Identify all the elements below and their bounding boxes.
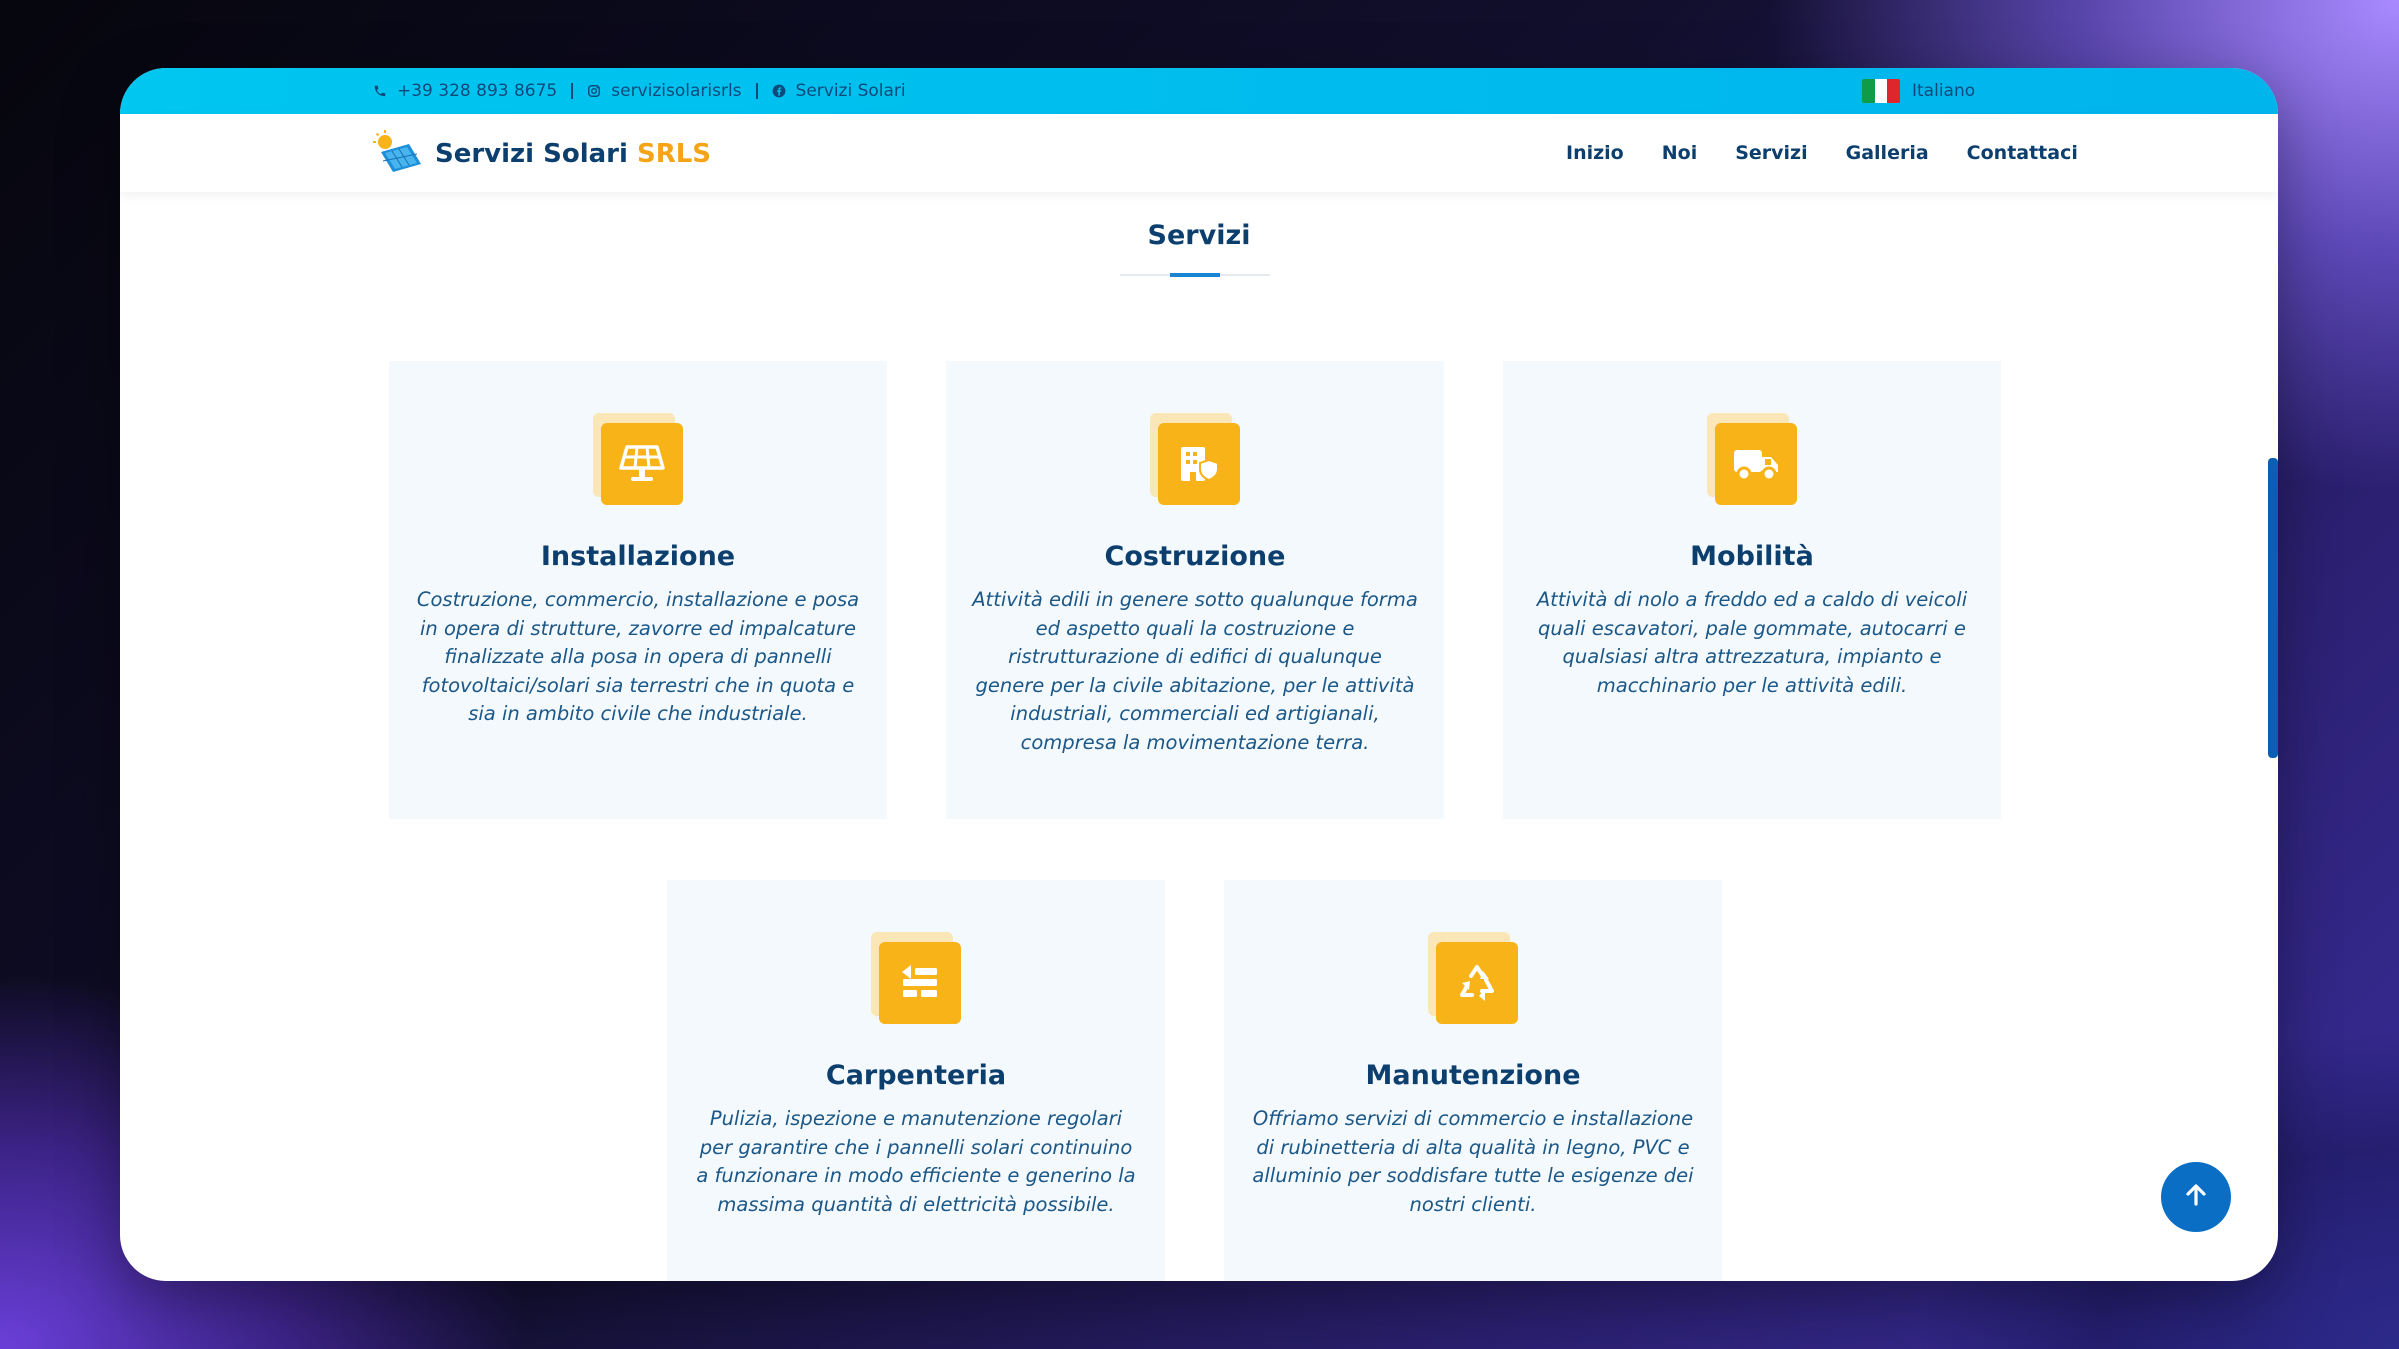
instagram-link[interactable]: servizisolarisrls [611, 81, 741, 101]
nav-link-galleria[interactable]: Galleria [1846, 142, 1929, 164]
brand[interactable]: Servizi Solari SRLS [373, 130, 711, 178]
icon-wrapper [871, 932, 961, 1026]
service-description: Costruzione, commercio, installazione e … [416, 588, 860, 725]
brand-title: Servizi Solari [435, 139, 628, 169]
logo-icon [373, 130, 423, 178]
facebook-link[interactable]: Servizi Solari [796, 81, 906, 101]
icon-wrapper [1150, 413, 1240, 507]
service-description: Offriamo servizi di commercio e installa… [1252, 1107, 1694, 1216]
solar-panel-icon [601, 423, 683, 505]
building-shield-icon [1158, 423, 1240, 505]
tools-icon [879, 942, 961, 1024]
top-bar: +39 328 893 8675 servizisolarisrls Servi… [120, 68, 2278, 114]
service-card-manutenzione: Manutenzione Offriamo servizi di commerc… [1224, 880, 1722, 1281]
language-selector[interactable]: Italiano [1862, 68, 1975, 114]
scrollbar[interactable] [2268, 458, 2278, 758]
brand-suffix: SRLS [636, 139, 712, 169]
facebook-icon [772, 84, 786, 98]
recycle-icon [1436, 942, 1518, 1024]
service-description: Attività di nolo a freddo ed a caldo di … [1536, 588, 1968, 697]
nav-link-noi[interactable]: Noi [1662, 142, 1697, 164]
navbar: Servizi Solari SRLS Inizio Noi Servizi G… [120, 114, 2278, 192]
service-card-carpenteria: Carpenteria Pulizia, ispezione e manuten… [667, 880, 1165, 1281]
service-card-installazione: Installazione Costruzione, commercio, in… [389, 361, 887, 819]
main-menu: Inizio Noi Servizi Galleria Contattaci [1566, 114, 2078, 192]
nav-link-servizi[interactable]: Servizi [1735, 142, 1807, 164]
icon-wrapper [1707, 413, 1797, 507]
back-to-top-button[interactable] [2161, 1162, 2231, 1232]
phone-link[interactable]: +39 328 893 8675 [397, 81, 557, 101]
service-title: Mobilità [1690, 541, 1814, 572]
service-title: Manutenzione [1365, 1060, 1581, 1091]
nav-link-contattaci[interactable]: Contattaci [1967, 142, 2078, 164]
service-card-mobilita: Mobilità Attività di nolo a freddo ed a … [1503, 361, 2001, 819]
service-description: Attività edili in genere sotto qualunque… [972, 588, 1418, 754]
arrow-up-icon [2185, 1183, 2207, 1211]
contact-info: +39 328 893 8675 servizisolarisrls Servi… [373, 68, 906, 114]
icon-wrapper [1428, 932, 1518, 1026]
language-label: Italiano [1912, 81, 1976, 101]
service-title: Installazione [540, 541, 736, 572]
italy-flag-icon [1862, 79, 1900, 103]
brand-name: Servizi Solari SRLS [435, 139, 711, 169]
divider [571, 83, 574, 99]
divider [755, 83, 758, 99]
service-description: Pulizia, ispezione e manutenzione regola… [696, 1107, 1136, 1216]
service-title: Carpenteria [825, 1060, 1007, 1091]
service-title: Costruzione [1104, 541, 1286, 572]
phone-icon [373, 84, 387, 98]
browser-window: +39 328 893 8675 servizisolarisrls Servi… [120, 68, 2278, 1281]
icon-wrapper [593, 413, 683, 507]
nav-link-inizio[interactable]: Inizio [1566, 142, 1624, 164]
title-underline-accent [1170, 273, 1220, 277]
truck-icon [1715, 423, 1797, 505]
instagram-icon [587, 84, 601, 98]
service-card-costruzione: Costruzione Attività edili in genere sot… [946, 361, 1444, 819]
section-title: Servizi [1147, 220, 1251, 251]
